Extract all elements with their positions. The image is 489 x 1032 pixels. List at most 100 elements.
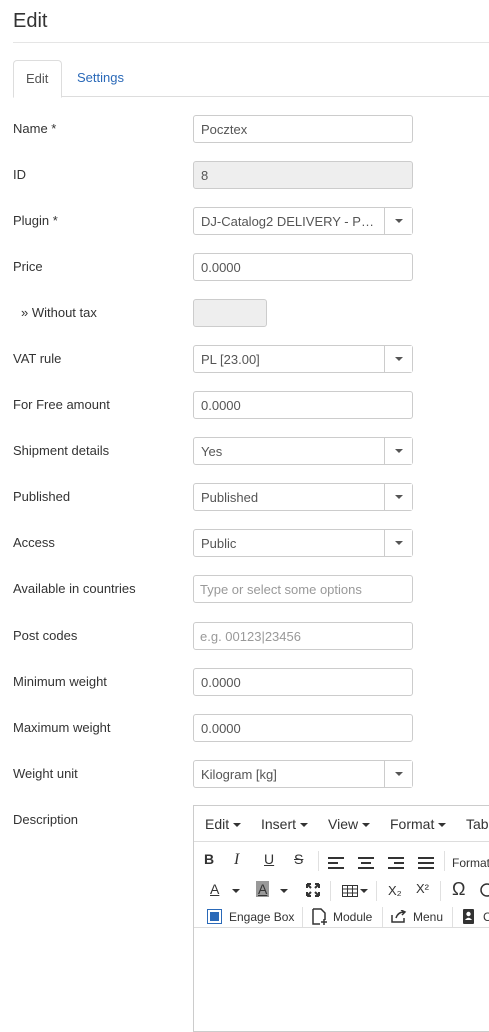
- chevron-down-icon[interactable]: [232, 889, 240, 893]
- max-weight-value: 0.0000: [201, 721, 241, 736]
- chevron-down-icon: [362, 823, 371, 828]
- chevron-down-icon: [395, 449, 403, 453]
- menu-view-label: View: [328, 816, 359, 832]
- post-codes-input[interactable]: e.g. 00123|23456: [193, 622, 413, 650]
- weight-unit-value: Kilogram [kg]: [201, 767, 277, 782]
- vat-rule-select[interactable]: PL [23.00]: [193, 345, 413, 373]
- menu-table[interactable]: Tab: [466, 816, 489, 832]
- post-codes-placeholder: e.g. 00123|23456: [200, 629, 301, 644]
- toolbar-separator: [330, 881, 331, 901]
- format-dropdown[interactable]: Format: [452, 856, 489, 870]
- menu-edit[interactable]: Edit: [205, 816, 242, 832]
- vat-rule-dropdown-toggle[interactable]: [384, 346, 412, 372]
- published-dropdown-toggle[interactable]: [384, 484, 412, 510]
- published-label: Published: [13, 489, 71, 504]
- emoticons-icon[interactable]: [480, 883, 489, 897]
- font-color-button[interactable]: A: [210, 881, 219, 897]
- field-row-published: Published Published: [13, 483, 489, 511]
- menu-insert[interactable]: Insert: [261, 816, 309, 832]
- weight-unit-dropdown-toggle[interactable]: [384, 761, 412, 787]
- toolbar-separator: [440, 881, 441, 901]
- vat-rule-value: PL [23.00]: [201, 352, 260, 367]
- toolbar-separator: [452, 907, 453, 927]
- weight-unit-select[interactable]: Kilogram [kg]: [193, 760, 413, 788]
- free-amount-value: 0.0000: [201, 398, 241, 413]
- chevron-down-icon: [300, 823, 309, 828]
- field-row-price: Price 0.0000: [13, 253, 489, 281]
- tab-settings[interactable]: Settings: [65, 60, 136, 97]
- name-input[interactable]: Pocztex: [193, 115, 413, 143]
- published-select[interactable]: Published: [193, 483, 413, 511]
- field-row-vat-rule: VAT rule PL [23.00]: [13, 345, 489, 373]
- chevron-down-icon[interactable]: [280, 889, 288, 893]
- min-weight-input[interactable]: 0.0000: [193, 668, 413, 696]
- chevron-down-icon: [395, 541, 403, 545]
- shipment-details-label: Shipment details: [13, 443, 110, 458]
- bold-button[interactable]: B: [204, 851, 214, 867]
- description-label: Description: [13, 812, 79, 827]
- post-codes-label: Post codes: [13, 628, 78, 643]
- align-left-icon[interactable]: [328, 857, 344, 869]
- chevron-down-icon: [395, 357, 403, 361]
- contact-icon: [463, 909, 474, 924]
- table-icon[interactable]: [342, 885, 358, 897]
- toolbar-separator: [376, 881, 377, 901]
- plugin-select[interactable]: DJ-Catalog2 DELIVERY - PO...: [193, 207, 413, 235]
- chevron-down-icon[interactable]: [360, 889, 368, 893]
- underline-button[interactable]: U: [264, 851, 274, 867]
- tab-edit[interactable]: Edit: [13, 60, 62, 98]
- vat-rule-label: VAT rule: [13, 351, 62, 366]
- id-value: 8: [201, 168, 209, 183]
- field-row-name: Name * Pocztex: [13, 115, 489, 143]
- contact-button[interactable]: C: [483, 910, 489, 924]
- editor-content-area[interactable]: [194, 928, 489, 1031]
- editor-menubar: Edit Insert View Format Tab: [194, 806, 489, 842]
- id-input: 8: [193, 161, 413, 189]
- max-weight-input[interactable]: 0.0000: [193, 714, 413, 742]
- field-row-id: ID 8: [13, 161, 489, 189]
- toolbar-separator: [444, 851, 445, 871]
- superscript-button[interactable]: X²: [416, 881, 429, 896]
- shipment-details-select[interactable]: Yes: [193, 437, 413, 465]
- access-value: Public: [201, 536, 237, 551]
- strikethrough-button[interactable]: S: [294, 851, 303, 867]
- menu-format-label: Format: [390, 816, 435, 832]
- engage-box-button[interactable]: Engage Box: [229, 910, 294, 924]
- chevron-down-icon: [438, 823, 447, 828]
- subscript-button[interactable]: X₂: [388, 883, 402, 898]
- menu-format[interactable]: Format: [390, 816, 447, 832]
- special-character-button[interactable]: Ω: [452, 879, 465, 900]
- italic-button[interactable]: I: [234, 851, 239, 869]
- free-amount-input[interactable]: 0.0000: [193, 391, 413, 419]
- menu-button[interactable]: Menu: [413, 910, 443, 924]
- shipment-details-dropdown-toggle[interactable]: [384, 438, 412, 464]
- align-center-icon[interactable]: [358, 857, 374, 869]
- access-select[interactable]: Public: [193, 529, 413, 557]
- plugin-dropdown-toggle[interactable]: [384, 208, 412, 234]
- module-button[interactable]: Module: [333, 910, 372, 924]
- toolbar-separator: [302, 907, 303, 927]
- menu-view[interactable]: View: [328, 816, 371, 832]
- free-amount-label: For Free amount: [13, 397, 110, 412]
- access-label: Access: [13, 535, 55, 550]
- countries-multiselect[interactable]: Type or select some options: [193, 575, 413, 603]
- price-input[interactable]: 0.0000: [193, 253, 413, 281]
- access-dropdown-toggle[interactable]: [384, 530, 412, 556]
- toolbar-separator: [318, 851, 319, 871]
- plugin-value: DJ-Catalog2 DELIVERY - PO...: [201, 214, 378, 229]
- align-justify-icon[interactable]: [418, 857, 434, 869]
- toolbar-separator: [382, 907, 383, 927]
- field-row-post-codes: Post codes e.g. 00123|23456: [13, 622, 489, 650]
- field-row-weight-unit: Weight unit Kilogram [kg]: [13, 760, 489, 788]
- description-editor: Edit Insert View Format Tab B I U S Form…: [193, 805, 489, 1032]
- price-value: 0.0000: [201, 260, 241, 275]
- weight-unit-label: Weight unit: [13, 766, 78, 781]
- field-row-without-tax: » Without tax: [13, 299, 489, 327]
- field-row-shipment-details: Shipment details Yes: [13, 437, 489, 465]
- field-row-free-amount: For Free amount 0.0000: [13, 391, 489, 419]
- background-color-button[interactable]: A: [256, 881, 270, 897]
- fullscreen-icon[interactable]: [306, 883, 320, 897]
- field-row-access: Access Public: [13, 529, 489, 557]
- max-weight-label: Maximum weight: [13, 720, 111, 735]
- align-right-icon[interactable]: [388, 857, 404, 869]
